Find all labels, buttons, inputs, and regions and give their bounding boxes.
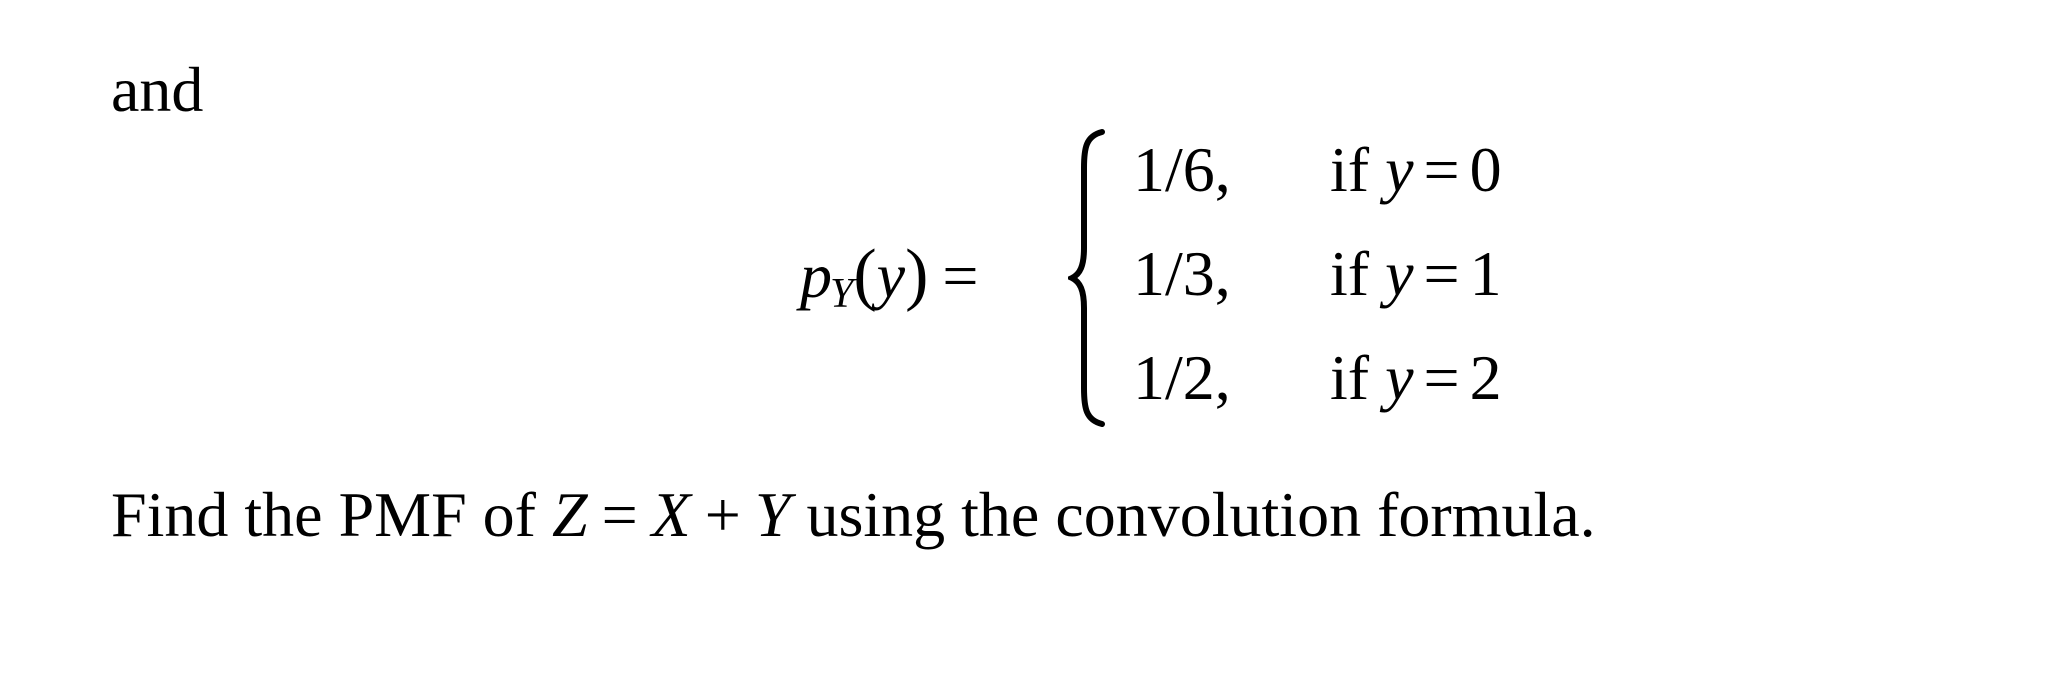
case-condition: if y = 2: [1330, 346, 1502, 410]
left-brace-icon: [1068, 129, 1105, 427]
case-condition-value: 0: [1469, 134, 1502, 205]
intro-word: and: [111, 54, 204, 125]
equals-sign: =: [942, 240, 979, 311]
equals-sign: =: [601, 479, 638, 550]
close-paren: ): [905, 236, 929, 313]
case-variable: y: [1385, 238, 1414, 309]
question-suffix: using the convolution formula.: [806, 479, 1596, 550]
case-probability: 1/2,: [1133, 342, 1231, 413]
case-condition: if y = 1: [1330, 242, 1502, 306]
plus-sign: +: [704, 479, 741, 550]
case-row: 1/3, if y = 1: [1133, 242, 1502, 346]
case-probability: 1/3,: [1133, 238, 1231, 309]
case-probability: 1/6,: [1133, 134, 1231, 205]
case-row: 1/2, if y = 2: [1133, 346, 1502, 450]
pmf-argument: y: [876, 240, 906, 311]
case-keyword: if: [1330, 342, 1370, 413]
case-keyword: if: [1330, 238, 1370, 309]
pmf-function-symbol: p: [800, 240, 832, 311]
case-relation: =: [1423, 342, 1460, 413]
case-condition-value: 2: [1469, 342, 1502, 413]
pmf-subscript: Y: [830, 271, 854, 317]
open-paren: (: [853, 236, 877, 313]
question-prefix: Find the PMF of: [111, 479, 536, 550]
case-variable: y: [1385, 342, 1414, 413]
variable-y: Y: [754, 479, 791, 550]
equation-lhs: pY(y) =: [800, 240, 992, 316]
case-variable: y: [1385, 134, 1414, 205]
case-relation: =: [1423, 134, 1460, 205]
pmf-equation: pY(y) = 1/6, if y = 0 1/3, if y = 1 1/2, if y…: [800, 128, 1600, 428]
variable-z: Z: [551, 479, 588, 550]
case-condition-value: 1: [1469, 238, 1502, 309]
question-sentence: Find the PMF of Z = X + Y using the convolut…: [111, 483, 1596, 547]
case-row: 1/6, if y = 0: [1133, 138, 1502, 242]
case-relation: =: [1423, 238, 1460, 309]
case-keyword: if: [1330, 134, 1370, 205]
case-condition: if y = 0: [1330, 138, 1502, 202]
cases-block: 1/6, if y = 0 1/3, if y = 1 1/2, if y = 2: [1133, 138, 1502, 450]
variable-x: X: [651, 479, 691, 550]
